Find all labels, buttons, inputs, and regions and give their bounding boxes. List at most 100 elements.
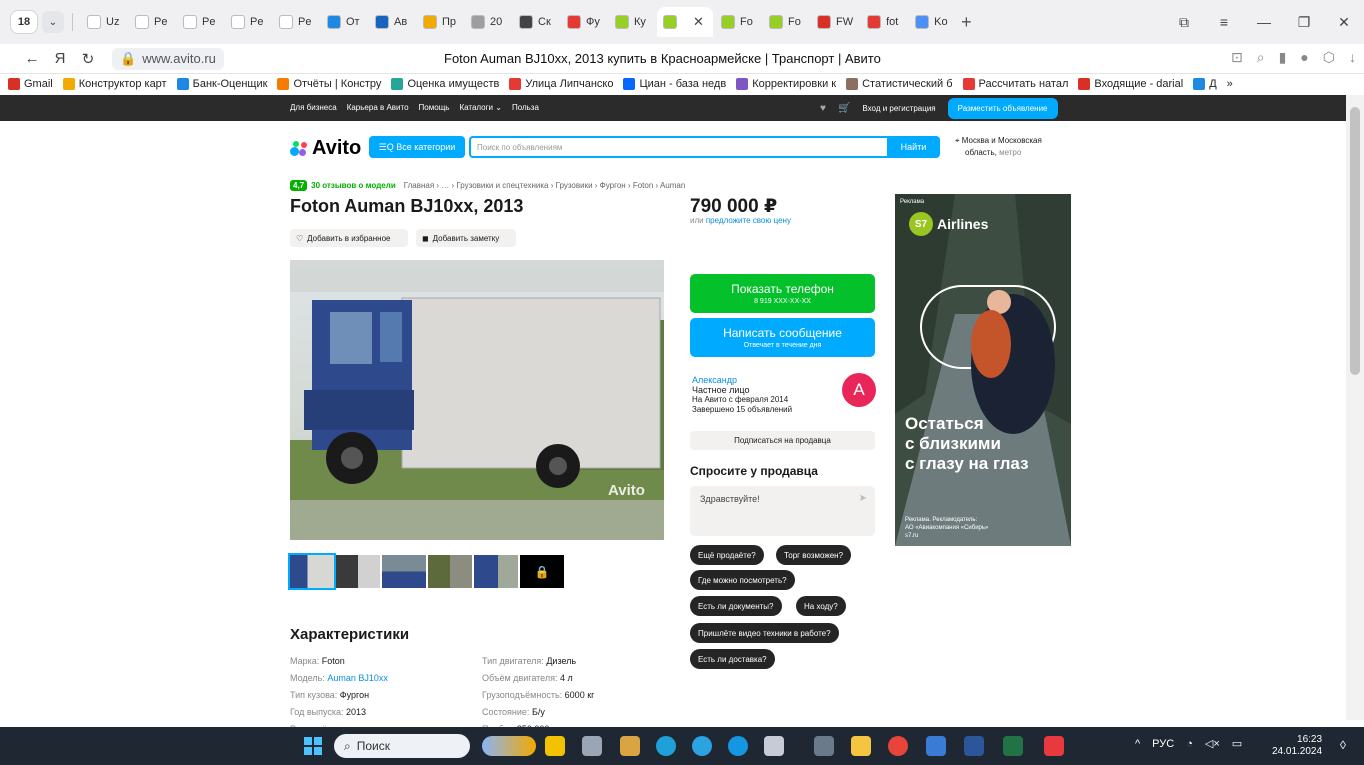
browser-tab[interactable]: Fo	[715, 7, 761, 37]
show-phone-button[interactable]: Показать телефон 8 919 XXX-XX-XX	[690, 274, 875, 313]
quick-question-chip[interactable]: На ходу?	[796, 596, 846, 616]
calculator-icon[interactable]	[814, 736, 834, 756]
browser-tab[interactable]: Ав	[369, 7, 415, 37]
browser-tab[interactable]: Pe	[225, 7, 271, 37]
spec-value[interactable]: Auman BJ10xx	[327, 673, 388, 683]
avatar[interactable]: А	[842, 373, 876, 407]
bookmark-item[interactable]: Статистический б	[846, 78, 953, 90]
edge-icon[interactable]	[656, 736, 676, 756]
browser-tab[interactable]: Пр	[417, 7, 463, 37]
all-categories-button[interactable]: ☰Q Все категории	[369, 136, 465, 158]
telegram-icon[interactable]	[692, 736, 712, 756]
breadcrumb-path[interactable]: Главная › … › Грузовики и спецтехника › …	[404, 181, 686, 190]
collections-icon[interactable]: ⧉	[1164, 14, 1204, 31]
battery-icon[interactable]: ▭	[1232, 737, 1242, 750]
wifi-icon[interactable]: ◔	[1186, 738, 1193, 750]
login-link[interactable]: Вход и регистрация	[862, 104, 935, 113]
more-photos-lock-icon[interactable]: 🔒	[520, 555, 564, 588]
offer-price-link[interactable]: предложите свою цену	[706, 216, 791, 225]
quick-question-chip[interactable]: Пришлёте видео техники в работе?	[690, 623, 839, 643]
browser-tab[interactable]: Pe	[129, 7, 175, 37]
file-explorer-icon[interactable]	[851, 736, 871, 756]
seller-name[interactable]: Александр	[692, 375, 792, 385]
tab-list-dropdown[interactable]: ⌄	[42, 11, 64, 33]
bookmark-item[interactable]: Конструктор карт	[62, 78, 167, 90]
minimize-button[interactable]: —	[1244, 14, 1284, 30]
quick-question-chip[interactable]: Ещё продаёте?	[690, 545, 764, 565]
reviews-link[interactable]: 30 отзывов о модели	[311, 181, 396, 190]
back-button[interactable]: ←	[18, 50, 46, 67]
yandex-icon[interactable]: Я	[46, 50, 74, 67]
avito-top-nav-item[interactable]: Карьера в Авито	[347, 103, 409, 112]
scrollbar-thumb[interactable]	[1350, 107, 1360, 375]
browser-tab[interactable]: Uz	[81, 7, 127, 37]
photos-icon[interactable]	[926, 736, 946, 756]
downloads-icon[interactable]: ↓	[1349, 49, 1356, 66]
page-scrollbar[interactable]	[1346, 95, 1364, 720]
search-input[interactable]: Поиск по объявлениям	[469, 136, 887, 158]
app-icon[interactable]	[620, 736, 640, 756]
thumbnail[interactable]	[336, 555, 380, 588]
bookmark-item[interactable]: Входящие - darial	[1078, 78, 1183, 90]
chevron-up-icon[interactable]: ^	[1135, 738, 1140, 750]
close-window-button[interactable]: ✕	[1324, 14, 1364, 31]
bookmark-item[interactable]: Корректировки к	[736, 78, 836, 90]
browser-tab[interactable]: FW	[811, 7, 859, 37]
avito-top-nav-item[interactable]: Каталоги ⌄	[459, 103, 501, 112]
add-note-button[interactable]: ◼ Добавить заметку	[416, 229, 516, 247]
close-tab-icon[interactable]: ✕	[693, 14, 704, 30]
translate-icon[interactable]: ⊡	[1231, 49, 1243, 66]
bookmark-item[interactable]: Улица Липчанско	[509, 78, 613, 90]
app-icon[interactable]	[582, 736, 602, 756]
start-windows-icon[interactable]	[304, 737, 322, 755]
app-icon[interactable]	[764, 736, 784, 756]
browser-tab[interactable]: Фу	[561, 7, 607, 37]
anydesk-icon[interactable]	[1044, 736, 1064, 756]
avito-logo[interactable]: Avito	[290, 137, 361, 160]
metro-link[interactable]: метро	[999, 148, 1021, 157]
browser-tab[interactable]: Ск	[513, 7, 559, 37]
bookmarks-overflow-icon[interactable]: »	[1227, 78, 1233, 90]
browser-tab[interactable]: ✕	[657, 7, 713, 37]
word-icon[interactable]	[964, 736, 984, 756]
browser-tab[interactable]: Pe	[177, 7, 223, 37]
favorites-heart-icon[interactable]: ♥	[820, 103, 826, 114]
bookmark-item[interactable]: Отчёты | Констру	[277, 78, 381, 90]
new-tab-button[interactable]: +	[961, 12, 972, 33]
bookmark-item[interactable]: Циан - база недв	[623, 78, 726, 90]
tab-count-button[interactable]: 18	[10, 10, 38, 34]
main-photo[interactable]: Avito	[290, 260, 664, 540]
avito-top-nav-item[interactable]: Помощь	[419, 103, 450, 112]
location-selector[interactable]: ⌖ Москва и Московская область, метро	[955, 135, 1065, 159]
menu-icon[interactable]: ≡	[1204, 14, 1244, 30]
thumbnail[interactable]	[382, 555, 426, 588]
post-ad-button[interactable]: Разместить объявление	[947, 98, 1058, 119]
rating-badge[interactable]: 4,7	[290, 180, 308, 191]
bookmark-item[interactable]: Gmail	[8, 78, 53, 90]
avito-top-nav-item[interactable]: Польза	[512, 103, 539, 112]
thumbnail[interactable]	[288, 553, 336, 590]
clock[interactable]: 16:23 24.01.2024	[1272, 734, 1322, 758]
bookmark-item[interactable]: Рассчитать натал	[962, 78, 1068, 90]
yandex-browser-icon[interactable]	[888, 736, 908, 756]
browser-tab[interactable]: 20	[465, 7, 511, 37]
ask-seller-input[interactable]: Здравствуйте! ➤	[690, 486, 875, 536]
bookmark-item[interactable]: Банк-Оценщик	[176, 78, 267, 90]
quick-question-chip[interactable]: Торг возможен?	[776, 545, 852, 565]
add-to-favorites-button[interactable]: ♡ Добавить в избранное	[290, 229, 408, 247]
skype-icon[interactable]	[728, 736, 748, 756]
browser-tab[interactable]: Fo	[763, 7, 809, 37]
bookmark-item[interactable]: Д	[1193, 78, 1217, 90]
bookmark-icon[interactable]: ▮	[1279, 49, 1287, 66]
browser-tab[interactable]: Pe	[273, 7, 319, 37]
browser-tab[interactable]: Ko	[909, 7, 955, 37]
cart-icon[interactable]: 🛒	[838, 103, 850, 114]
browser-tab[interactable]: От	[321, 7, 367, 37]
weather-widget-icon[interactable]	[482, 736, 536, 756]
restore-button[interactable]: ❐	[1284, 14, 1324, 31]
write-message-button[interactable]: Написать сообщение Отвечает в течение дн…	[690, 318, 875, 357]
volume-icon[interactable]: ◁×	[1205, 737, 1220, 750]
extensions-icon[interactable]: ⬡	[1323, 49, 1335, 66]
url-field[interactable]: 🔒 www.avito.ru	[112, 47, 224, 70]
thumbnail[interactable]	[474, 555, 518, 588]
